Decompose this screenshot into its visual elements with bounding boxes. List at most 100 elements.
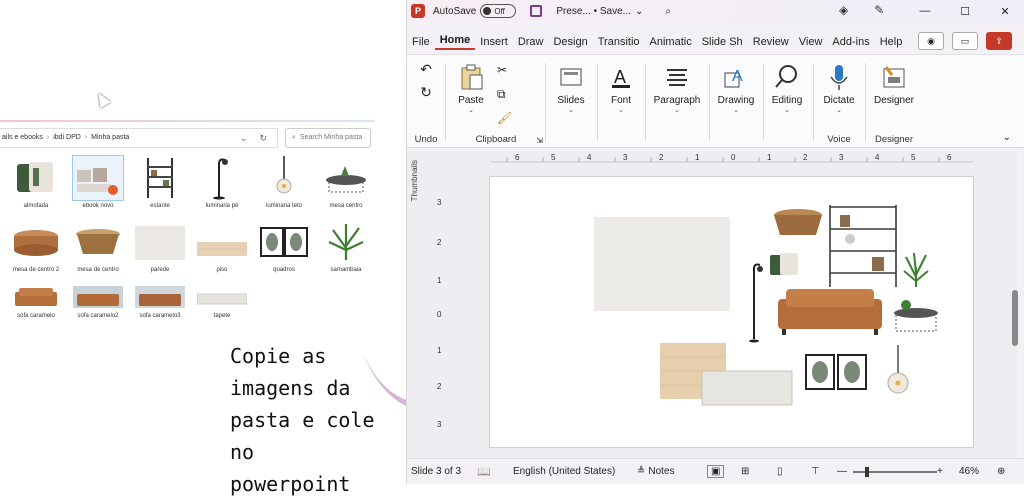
shapes-icon: A — [722, 63, 750, 91]
maximize-button[interactable]: ☐ — [945, 5, 985, 18]
search-box[interactable]: ⌕ Search Minha pasta — [285, 128, 371, 148]
close-button[interactable]: ✕ — [985, 5, 1024, 18]
tab-draw[interactable]: Draw — [513, 36, 549, 48]
file-item[interactable]: sofa caramelo2 — [70, 284, 126, 319]
file-item[interactable]: tapete — [194, 284, 250, 319]
editing-button[interactable]: Editing ⌄ — [767, 59, 807, 147]
chevron-down-icon: ⌄ — [568, 107, 574, 114]
image-thumbnail — [196, 284, 248, 310]
scroll-thumb[interactable] — [1012, 290, 1018, 346]
cut-icon[interactable]: ✂ — [497, 63, 507, 77]
undo-icon[interactable]: ↶ — [411, 61, 441, 78]
reading-view-icon[interactable]: ▯ — [777, 466, 783, 477]
language-indicator[interactable]: English (United States) — [513, 466, 615, 477]
autosave-toggle[interactable]: Off — [480, 4, 517, 18]
file-name: luminaria pé — [205, 203, 239, 209]
fit-to-window-icon[interactable]: ⊕ — [997, 466, 1005, 477]
notes-button[interactable]: ≜ Notes — [637, 466, 675, 477]
thumbnails-pane-label[interactable]: Thumbnails — [410, 160, 419, 201]
accessibility-icon[interactable]: 📖 — [477, 465, 491, 478]
file-item[interactable]: mesa de centro — [70, 220, 126, 273]
redo-icon[interactable]: ↻ — [411, 84, 441, 101]
image-thumbnail — [197, 220, 247, 264]
file-item[interactable]: samambaia — [318, 220, 374, 273]
tab-insert[interactable]: Insert — [475, 36, 513, 48]
vertical-scrollbar[interactable] — [1011, 150, 1019, 458]
pen-icon[interactable]: ✎ — [874, 3, 884, 17]
slideshow-icon[interactable]: ⊤ — [811, 466, 820, 477]
breadcrumb-item[interactable]: ails e ebooks — [2, 129, 43, 147]
minimize-button[interactable]: — — [905, 5, 945, 17]
zoom-out-icon[interactable]: — — [837, 466, 847, 477]
file-name: mesa de centro — [77, 267, 119, 273]
dialog-launcher-icon[interactable]: ⇲ — [536, 136, 543, 145]
normal-view-icon[interactable]: ▣ — [707, 465, 725, 478]
tab-file[interactable]: File — [407, 36, 435, 48]
image-thumbnail — [135, 156, 185, 200]
ruler-tick: 3 — [437, 420, 442, 429]
tab-design[interactable]: Design — [548, 36, 592, 48]
ruler-tick: 2 — [803, 153, 808, 162]
file-item[interactable]: mesa centro — [318, 156, 374, 209]
breadcrumb-item[interactable]: Minha pasta — [91, 129, 129, 147]
font-button[interactable]: A Font ⌄ — [601, 59, 641, 147]
collapse-ribbon-icon[interactable]: ⌄ — [1003, 132, 1011, 143]
paste-button[interactable]: Paste ⌄ — [453, 59, 489, 114]
slide-canvas[interactable] — [489, 176, 974, 448]
tab-review[interactable]: Review — [748, 36, 794, 48]
comments-button[interactable]: ▭ — [952, 32, 978, 50]
tab-transitions[interactable]: Transitio — [593, 36, 645, 48]
document-title[interactable]: Prese... • Save... — [556, 6, 631, 17]
slide-sorter-icon[interactable]: ⊞ — [741, 466, 749, 477]
file-item[interactable]: estante — [132, 156, 188, 209]
file-item[interactable]: sofa caramelo3 — [132, 284, 188, 319]
tab-help[interactable]: Help — [875, 36, 908, 48]
save-icon[interactable] — [530, 5, 543, 17]
search-icon[interactable]: ⌕ — [665, 6, 671, 17]
chevron-down-icon[interactable]: ⌄ — [635, 6, 643, 17]
tab-animations[interactable]: Animatic — [645, 36, 697, 48]
drawing-button[interactable]: A Drawing ⌄ — [713, 59, 759, 147]
zoom-in-icon[interactable]: + — [937, 466, 943, 477]
file-item[interactable]: mesa de centro 2 — [8, 220, 64, 273]
file-item[interactable]: piso — [194, 220, 250, 273]
tab-slide-show[interactable]: Slide Sh — [697, 36, 748, 48]
dictate-label: Dictate — [823, 95, 855, 106]
image-thumbnail — [11, 156, 61, 200]
file-item[interactable]: parede — [132, 220, 188, 273]
paragraph-button[interactable]: Paragraph ⌄ — [649, 59, 705, 147]
rug-image — [701, 370, 793, 406]
address-dropdown-icon[interactable]: ⌄ — [240, 133, 248, 144]
file-item[interactable]: ebook novo — [70, 155, 126, 209]
zoom-level[interactable]: 46% — [959, 466, 979, 477]
copy-icon[interactable]: ⧉ — [497, 87, 506, 102]
slides-button[interactable]: Slides ⌄ — [549, 59, 593, 147]
ruler-tick: 1 — [437, 276, 442, 285]
address-bar[interactable]: ails e ebooks › ibdi DPD › Minha pasta — [0, 128, 278, 148]
status-bar: Slide 3 of 3 📖 English (United States) ≜… — [407, 458, 1024, 484]
breadcrumb-item[interactable]: ibdi DPD — [53, 129, 81, 147]
chevron-down-icon: ⌄ — [733, 107, 739, 114]
ruler-tick: 0 — [731, 153, 736, 162]
powerpoint-logo-icon: P — [411, 4, 425, 18]
tab-add-ins[interactable]: Add-ins — [827, 36, 874, 48]
record-button[interactable]: ◉ — [918, 32, 944, 50]
format-painter-icon[interactable]: 🖌 — [497, 111, 512, 125]
file-item[interactable]: sofa caramelo — [8, 284, 64, 319]
file-item[interactable]: almofada — [8, 156, 64, 209]
dictate-button[interactable]: Dictate ⌄ — [817, 59, 861, 114]
share-button[interactable]: ⇪ — [986, 32, 1012, 50]
ruler-tick: 3 — [623, 153, 628, 162]
designer-button[interactable]: Designer — [869, 59, 919, 106]
vertical-ruler: 3 2 1 0 1 2 3 — [436, 176, 446, 446]
tab-home[interactable]: Home — [434, 34, 476, 50]
annotation-line: powerpoint — [230, 472, 351, 496]
refresh-icon[interactable]: ↻ — [260, 133, 268, 144]
file-item[interactable]: luminaria pé — [194, 156, 250, 209]
zoom-slider-handle[interactable] — [865, 467, 869, 477]
file-item[interactable]: luminaria teto — [256, 156, 312, 209]
file-item[interactable]: quadros — [256, 220, 312, 273]
search-placeholder: Search Minha pasta — [299, 134, 363, 141]
diamond-icon[interactable]: ◈ — [839, 3, 848, 17]
tab-view[interactable]: View — [794, 36, 828, 48]
